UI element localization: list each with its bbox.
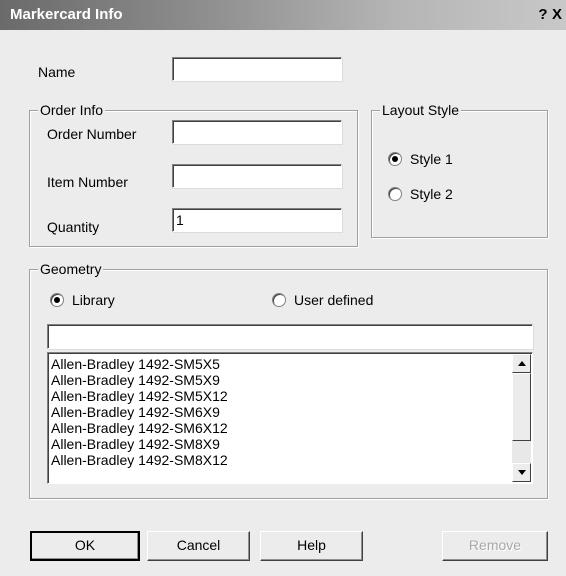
- close-icon[interactable]: X: [552, 7, 566, 23]
- list-item[interactable]: Allen-Bradley 1492-SM6X9: [51, 404, 511, 420]
- scroll-down-button[interactable]: [512, 463, 531, 482]
- item-number-input[interactable]: [172, 164, 342, 188]
- title-bar[interactable]: Markercard Info ? X: [0, 0, 566, 30]
- quantity-label: Quantity: [47, 219, 100, 235]
- radio-selected-dot: [392, 156, 398, 162]
- library-label[interactable]: Library: [72, 292, 115, 308]
- help-button[interactable]: Help: [260, 531, 363, 561]
- item-number-label: Item Number: [47, 174, 128, 190]
- user-defined-radio[interactable]: [272, 293, 286, 307]
- ok-button[interactable]: OK: [30, 531, 140, 561]
- geometry-listbox[interactable]: Allen-Bradley 1492-SM5X5 Allen-Bradley 1…: [47, 352, 533, 484]
- geometry-filter-input[interactable]: [47, 324, 533, 349]
- vertical-scrollbar[interactable]: [512, 354, 531, 482]
- list-item[interactable]: Allen-Bradley 1492-SM5X12: [51, 388, 511, 404]
- scroll-up-button[interactable]: [512, 354, 531, 373]
- geometry-list: Allen-Bradley 1492-SM5X5 Allen-Bradley 1…: [51, 356, 511, 468]
- order-number-input[interactable]: [172, 120, 342, 144]
- style-2-label[interactable]: Style 2: [410, 186, 453, 202]
- list-item[interactable]: Allen-Bradley 1492-SM6X12: [51, 420, 511, 436]
- markercard-info-dialog: Markercard Info ? X Name Order Info Orde…: [0, 0, 566, 576]
- library-radio[interactable]: [50, 293, 64, 307]
- quantity-input[interactable]: [172, 208, 342, 232]
- arrow-up-icon: [518, 361, 526, 366]
- layout-style-group: Layout Style: [371, 102, 548, 238]
- help-icon[interactable]: ?: [535, 7, 551, 23]
- list-item[interactable]: Allen-Bradley 1492-SM8X9: [51, 436, 511, 452]
- list-item[interactable]: Allen-Bradley 1492-SM8X12: [51, 452, 511, 468]
- window-title: Markercard Info: [10, 6, 123, 23]
- list-item[interactable]: Allen-Bradley 1492-SM5X9: [51, 372, 511, 388]
- arrow-down-icon: [518, 470, 526, 475]
- name-label: Name: [38, 64, 76, 80]
- layout-style-title: Layout Style: [380, 102, 462, 118]
- order-info-title: Order Info: [38, 102, 106, 118]
- name-input[interactable]: [172, 57, 342, 81]
- geometry-title: Geometry: [38, 261, 104, 277]
- order-number-label: Order Number: [47, 126, 137, 142]
- radio-selected-dot: [54, 297, 60, 303]
- cancel-button[interactable]: Cancel: [147, 531, 250, 561]
- style-1-radio[interactable]: [388, 152, 402, 166]
- user-defined-label[interactable]: User defined: [294, 292, 373, 308]
- remove-button[interactable]: Remove: [442, 531, 548, 561]
- style-1-label[interactable]: Style 1: [410, 151, 453, 167]
- style-2-radio[interactable]: [388, 187, 402, 201]
- list-item[interactable]: Allen-Bradley 1492-SM5X5: [51, 356, 511, 372]
- scroll-thumb[interactable]: [512, 373, 531, 441]
